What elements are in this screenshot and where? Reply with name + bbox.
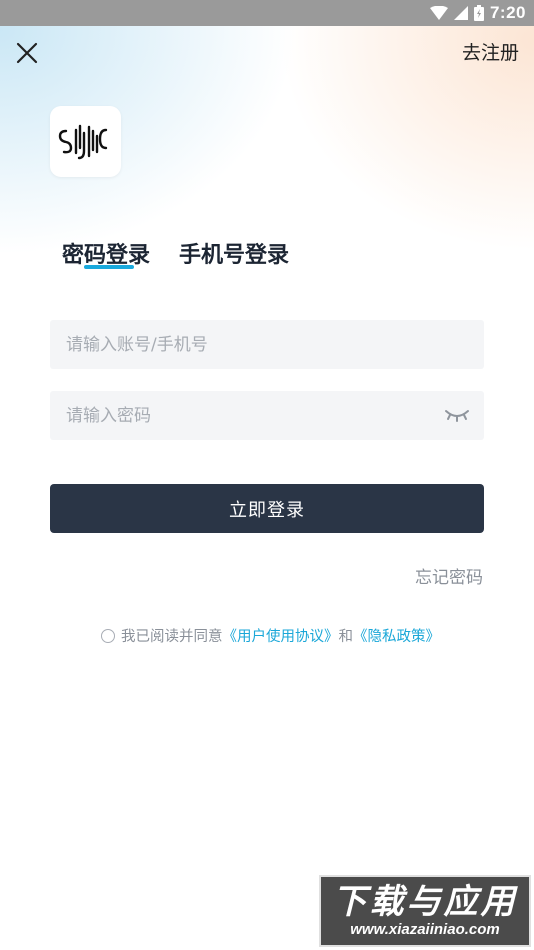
battery-icon bbox=[473, 5, 484, 21]
account-field bbox=[50, 320, 484, 369]
user-agreement-link[interactable]: 《用户使用协议》 bbox=[223, 625, 339, 646]
close-icon[interactable] bbox=[14, 40, 40, 66]
agreement-and: 和 bbox=[338, 629, 354, 645]
login-button[interactable]: 立即登录 bbox=[50, 484, 484, 533]
watermark-url: www.xiazaiiniao.com bbox=[350, 921, 500, 938]
agreement-radio[interactable] bbox=[101, 628, 115, 643]
account-input[interactable] bbox=[50, 320, 484, 369]
privacy-policy-link[interactable]: 《隐私政策》 bbox=[353, 625, 440, 646]
cellular-signal-icon bbox=[453, 6, 468, 20]
status-bar: 7:20 bbox=[0, 0, 534, 26]
password-field bbox=[50, 391, 484, 440]
tab-phone-login[interactable]: 手机号登录 bbox=[179, 240, 289, 272]
agreement-row: 我已阅读并同意 《用户使用协议》 和 《隐私政策》 bbox=[101, 625, 440, 646]
eye-closed-icon[interactable] bbox=[444, 407, 470, 423]
watermark-title: 下载与应用 bbox=[332, 882, 518, 922]
password-input[interactable] bbox=[50, 391, 484, 440]
app-logo bbox=[50, 106, 121, 177]
status-time: 7:20 bbox=[489, 3, 526, 22]
register-link[interactable]: 去注册 bbox=[462, 41, 519, 65]
sync-logo-icon bbox=[58, 124, 108, 160]
forgot-password-link[interactable]: 忘记密码 bbox=[415, 563, 483, 588]
agreement-prefix: 我已阅读并同意 bbox=[121, 629, 223, 645]
watermark: 下载与应用 www.xiazaiiniao.com bbox=[319, 875, 531, 947]
wifi-icon bbox=[429, 6, 448, 20]
tab-password-login[interactable]: 密码登录 bbox=[62, 240, 150, 272]
